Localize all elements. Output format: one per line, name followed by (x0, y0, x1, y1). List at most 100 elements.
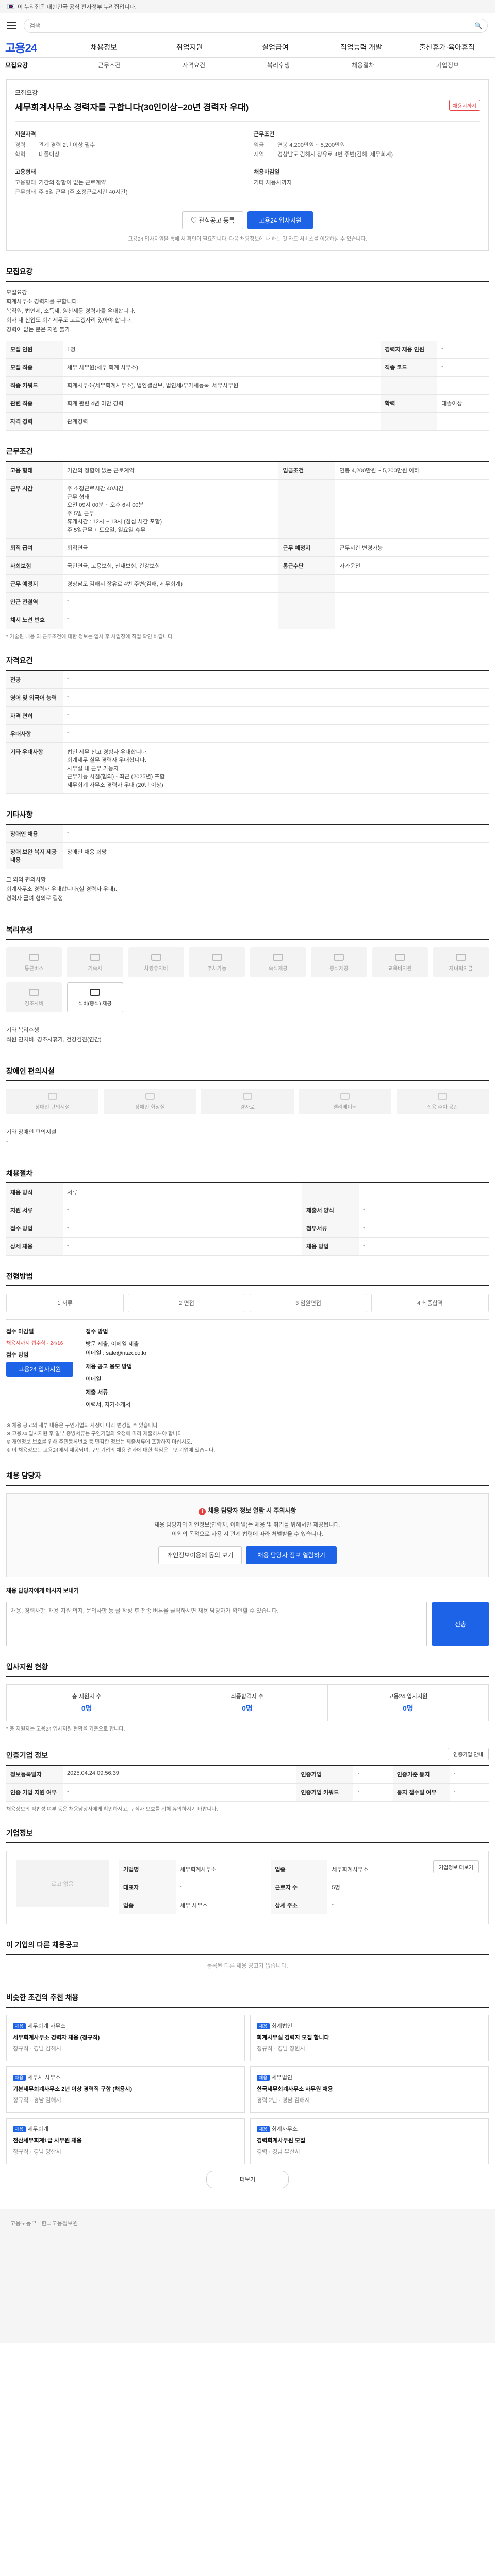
tab-recruit[interactable]: 모집요강 (5, 61, 67, 70)
benefit-icon (29, 953, 40, 961)
section-title: 입사지원 현황 (6, 1662, 489, 1677)
step-3: 3 임원면접 (250, 1294, 367, 1312)
benefit-icon (151, 953, 161, 961)
row-value: - (63, 1783, 297, 1802)
privacy-agree-button[interactable]: 개인정보이용에 동의 보기 (158, 1546, 242, 1564)
row-header: 통근수단 (278, 556, 336, 575)
benefit-label: 식비(중식) 제공 (78, 1001, 112, 1007)
view-contact-button[interactable]: 채용 담당자 정보 열람하기 (246, 1546, 337, 1564)
job-card-title[interactable]: 회계사무실 경력자 모집 합니다 (257, 2033, 482, 2041)
row-header: 학력 (381, 394, 438, 413)
benefit-icon (211, 953, 222, 961)
summary-table: 모집 인원 1명 경력자 채용 인원 - 모집 직종 세무 사무원(세무 회계 사무소) 직… (6, 341, 489, 431)
tab-process[interactable]: 채용절차 (321, 61, 405, 70)
accessibility-text: 기타 장애인 편의시설 - (6, 1129, 57, 1145)
benefit-item: 주차가능 (189, 947, 245, 977)
nav-maternity-leave[interactable]: 출산휴가·육아휴직 (404, 42, 490, 53)
recruit-block: 지원자격 경력 관계 경력 2년 이상 필수 학력 대졸이상 (15, 131, 95, 158)
contact-section: 채용 담당자 ! 채용 담당자 정보 열람 시 주의사항 채용 담당자의 개인정보… (6, 1470, 489, 1646)
table-row: 관련 직종 회계 관련 4년 미만 경력 학력 대졸이상 (6, 394, 489, 413)
job-card[interactable]: 채용 회계사무소 경력회계사무원 모집 경력 · 경남 부산시 (250, 2118, 489, 2164)
send-button[interactable]: 전송 (432, 1602, 489, 1646)
row-value (335, 574, 489, 593)
benefits-section: 복리후생 통근버스 기숙사 차량유지비 주차가능 숙식제공 중식제공 교육비지원 자녀학자금 경… (6, 925, 489, 1050)
apply-button-2[interactable]: 고용24 입사지원 (6, 1362, 73, 1377)
benefit-label: 중식제공 (329, 965, 349, 972)
row-value: - (63, 1201, 303, 1219)
table-row: 기타 우대사항 법인 세무 신고 경험자 우대합니다. 회계세무 실무 경력자 우… (6, 742, 489, 794)
site-logo[interactable]: 고용24 (5, 39, 61, 56)
other-jobs-section: 이 기업의 다른 채용공고 등록된 다른 채용 공고가 없습니다. (6, 1940, 489, 1977)
row-value: - (437, 358, 489, 377)
row-value: - (353, 1783, 393, 1802)
tab-benefits[interactable]: 복리후생 (236, 61, 321, 70)
job-card-title[interactable]: 기본세무회계사무소 2년 이상 경력직 구함 (채용시) (13, 2084, 238, 2093)
job-card-title[interactable]: 전산세무회계1급 사무원 채용 (13, 2136, 238, 2144)
search-icon[interactable]: 🔍 (474, 22, 482, 29)
benefit-icon (273, 953, 284, 961)
table-row: 장애인 채용 - (6, 825, 489, 843)
benefit-icon (90, 988, 101, 996)
row-header: 채용 방법 (302, 1237, 359, 1256)
accessibility-grid: 장애인 편의시설 장애인 화장실 경사로 엘리베이터 전용 주차 공간 (6, 1081, 489, 1122)
step-2: 2 면접 (128, 1294, 245, 1312)
row-header: 자격 경력 (6, 412, 63, 431)
table-row: 자격 면허 - (6, 706, 489, 725)
row-value: 경상남도 김해시 장유로 4번 주변(김해, 세무회계) (63, 574, 279, 593)
section-title: 기타사항 (6, 809, 489, 825)
benefit-icon (29, 988, 40, 996)
row-header: 상세 주소 (271, 1896, 328, 1914)
apply-button[interactable]: 고용24 입사지원 (248, 211, 313, 229)
nav-jobs[interactable]: 채용정보 (61, 42, 146, 53)
row-value (437, 376, 489, 395)
nav-vocational-training[interactable]: 직업능력 개발 (318, 42, 404, 53)
process-table: 채용 방식 서류 지원 서류 - 제출서 양식 - 접수 방법 - 첨부서류 - 상세 채용 - 채용 … (6, 1183, 489, 1256)
row-header: 관련 직종 (6, 394, 63, 413)
search-box[interactable]: 🔍 (24, 19, 488, 33)
job-card[interactable]: 채용 세무회계 전산세무회계1급 사무원 채용 정규직 · 경남 양산시 (6, 2118, 245, 2164)
job-card[interactable]: 채용 세무법인 한국세무회계사무소 사무원 채용 경력 2년 · 경남 김해시 (250, 2066, 489, 2113)
accessibility-item: 장애인 편의시설 (6, 1089, 99, 1114)
job-card[interactable]: 채용 세무회계 사무소 세무회계사무소 경력자 채용 (정규직) 정규직 · 경남 김… (6, 2015, 245, 2061)
row-header: 업종 (271, 1860, 328, 1878)
job-card[interactable]: 채용 세무사 사무소 기본세무회계사무소 2년 이상 경력직 구함 (채용시) 정규직… (6, 2066, 245, 2113)
row-header: 채시 노선 번호 (6, 611, 63, 629)
row-header: 대표자 (119, 1878, 176, 1896)
apply-note: 고용24 입사지원을 통해 서 확인이 필요합니다. 다음 채용정보에 나 하는… (128, 236, 367, 242)
table-row: 모집 직종 세무 사무원(세무 회계 사무소) 직종 코드 - (6, 358, 489, 377)
section-title: 근무조건 (6, 446, 489, 462)
tab-qualification[interactable]: 자격요건 (152, 61, 236, 70)
search-input[interactable] (29, 22, 475, 29)
tab-conditions[interactable]: 근무조건 (67, 61, 152, 70)
section-title: 기업정보 (6, 1828, 489, 1843)
row-header: 고용 형태 (6, 462, 63, 480)
row-header: 근무 시간 (6, 479, 63, 539)
footer: 고용노동부 · 한국고용정보원 (0, 2209, 495, 2343)
top-header: 🔍 (0, 13, 495, 37)
more-jobs-button[interactable]: 더보기 (206, 2171, 289, 2188)
message-input[interactable] (6, 1602, 427, 1646)
nav-unemployment-benefit[interactable]: 실업급여 (233, 42, 318, 53)
row-value (335, 479, 489, 539)
job-card-title[interactable]: 한국세무회계사무소 사무원 채용 (257, 2084, 482, 2093)
benefit-label: 통근버스 (24, 965, 44, 972)
company-more-button[interactable]: 기업정보 더보기 (433, 1860, 479, 1873)
job-card-title[interactable]: 경력회계사무원 모집 (257, 2136, 482, 2144)
job-tag: 채용 (13, 2075, 26, 2081)
row-value: - (327, 1896, 423, 1914)
row-header: 근무 예정지 (278, 538, 336, 557)
benefit-label: 주차가능 (207, 965, 227, 972)
nav-employment-support[interactable]: 취업지원 (146, 42, 232, 53)
job-card-meta: 정규직 · 경남 김해시 (13, 2097, 61, 2104)
cert-info-button[interactable]: 인증기업 안내 (448, 1748, 489, 1760)
save-job-button[interactable]: ♡ 관심공고 등록 (182, 211, 243, 229)
hamburger-menu-icon[interactable] (7, 22, 16, 29)
row-value: 근무시간 변경가능 (335, 538, 489, 557)
row-value: - (449, 1783, 489, 1802)
apply-deadline: 채용시까지 접수함 - 24/16 (6, 1341, 63, 1346)
recommend-section: 비슷한 조건의 추천 채용 채용 세무회계 사무소 세무회계사무소 경력자 채용 (… (6, 1992, 489, 2188)
row-value: 서류 (63, 1183, 303, 1201)
tab-company[interactable]: 기업정보 (405, 61, 490, 70)
job-card[interactable]: 채용 회계법인 회계사무실 경력자 모집 합니다 정규직 · 경남 창원시 (250, 2015, 489, 2061)
job-card-title[interactable]: 세무회계사무소 경력자 채용 (정규직) (13, 2033, 238, 2041)
